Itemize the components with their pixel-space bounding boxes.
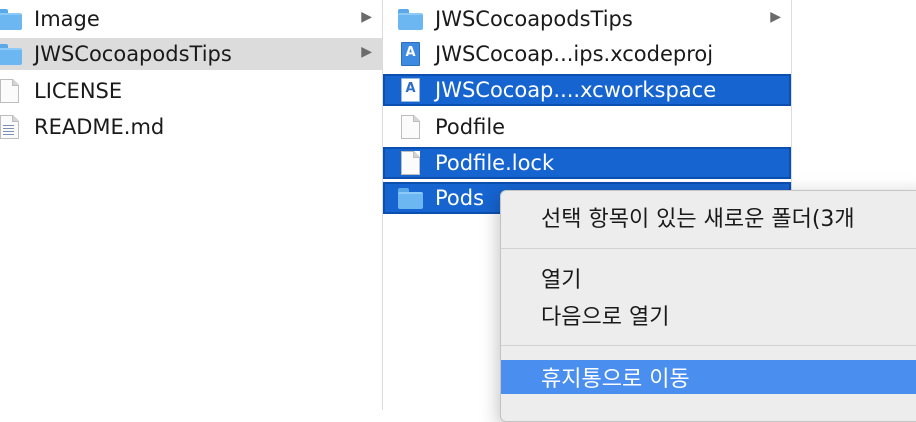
menu-item-new-folder-with-selection[interactable]: 선택 항목이 있는 새로운 폴더(3개	[501, 200, 916, 234]
item-label: Pods	[435, 186, 485, 210]
list-item-jwscocoapodstips-folder[interactable]: JWSCocoapodsTips ▶	[383, 3, 791, 35]
item-label: JWSCocoapodsTips	[34, 42, 232, 66]
menu-item-label: 휴지통으로 이동	[541, 367, 690, 392]
list-item-image[interactable]: Image ▶	[0, 3, 382, 35]
text-document-icon	[0, 114, 24, 140]
list-item-readme[interactable]: README.md	[0, 111, 382, 143]
menu-separator	[501, 248, 916, 249]
finder-column-1: Image ▶ JWSCocoapodsTips ▶ LICENSE READM…	[0, 0, 383, 410]
document-icon	[395, 114, 425, 140]
item-label: JWSCocoapodsTips	[435, 7, 633, 31]
folder-icon	[395, 185, 425, 211]
item-label: README.md	[34, 115, 165, 139]
menu-item-label: 열기	[541, 268, 582, 293]
folder-icon	[0, 6, 24, 32]
folder-icon	[0, 41, 24, 67]
document-icon	[395, 150, 425, 176]
context-menu: 선택 항목이 있는 새로운 폴더(3개 열기 다음으로 열기 휴지통으로 이동	[500, 190, 916, 422]
menu-separator	[501, 345, 916, 346]
document-icon	[0, 78, 24, 104]
item-label: JWSCocoap....xcworkspace	[435, 78, 717, 102]
item-label: Podfile.lock	[435, 151, 555, 175]
list-item-podfile[interactable]: Podfile	[383, 111, 791, 143]
list-item-xcworkspace[interactable]: A JWSCocoap....xcworkspace	[383, 74, 791, 106]
folder-icon	[395, 6, 425, 32]
list-item-jwscocoapodstips[interactable]: JWSCocoapodsTips ▶	[0, 38, 382, 70]
xcworkspace-icon: A	[395, 77, 425, 103]
item-label: JWSCocoap...ips.xcodeproj	[435, 42, 714, 66]
item-label: Image	[34, 7, 100, 31]
chevron-right-icon: ▶	[361, 9, 372, 25]
list-item-podfile-lock[interactable]: Podfile.lock	[383, 147, 791, 179]
chevron-right-icon: ▶	[361, 44, 372, 60]
menu-item-label: 선택 항목이 있는 새로운 폴더(3개	[541, 207, 855, 232]
menu-item-label: 다음으로 열기	[541, 305, 670, 330]
menu-item-move-to-trash[interactable]: 휴지통으로 이동	[501, 360, 916, 394]
menu-item-open-with[interactable]: 다음으로 열기	[501, 298, 916, 332]
menu-item-open[interactable]: 열기	[501, 261, 916, 295]
chevron-right-icon: ▶	[770, 9, 781, 25]
xcodeproj-icon: A	[395, 41, 425, 67]
item-label: Podfile	[435, 115, 506, 139]
list-item-license[interactable]: LICENSE	[0, 75, 382, 107]
item-label: LICENSE	[34, 79, 123, 103]
list-item-xcodeproj[interactable]: A JWSCocoap...ips.xcodeproj	[383, 38, 791, 70]
